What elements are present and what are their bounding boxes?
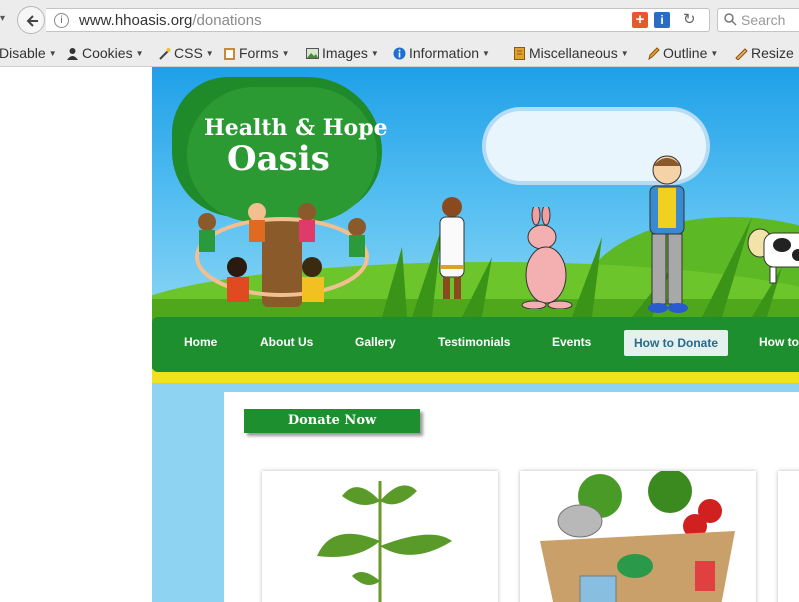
- menu-outline[interactable]: Outline ▼: [647, 40, 718, 66]
- nav-how-to[interactable]: How to: [759, 335, 799, 349]
- notebook-icon: [514, 47, 525, 60]
- url-path: /donations: [192, 12, 262, 29]
- info-icon: [393, 47, 406, 60]
- addon-plus-icon[interactable]: +: [632, 12, 648, 28]
- info-icon[interactable]: i: [54, 13, 69, 28]
- image-icon: [306, 48, 319, 59]
- menu-label: Images: [322, 45, 368, 61]
- url-bar[interactable]: i www.hhoasis.org/donations + i ↻: [46, 8, 710, 32]
- nav-testimonials[interactable]: Testimonials: [438, 335, 510, 349]
- back-arrow-icon: [26, 15, 38, 27]
- kangaroo-illustration: [521, 207, 573, 309]
- donation-card-food[interactable]: [520, 471, 756, 602]
- web-developer-toolbar: Disable ▼ Cookies ▼ CSS ▼ Forms ▼ Images ▼ In…: [0, 40, 799, 67]
- url-text[interactable]: www.hhoasis.org/donations: [79, 12, 262, 29]
- menu-label: Forms: [239, 45, 279, 61]
- menu-miscellaneous[interactable]: Miscellaneous ▼: [513, 40, 629, 66]
- menu-disable[interactable]: Disable ▼: [0, 40, 57, 66]
- children-circle-illustration: [195, 203, 369, 302]
- menu-forms[interactable]: Forms ▼: [223, 40, 290, 66]
- donate-now-button[interactable]: Donate Now: [244, 409, 420, 433]
- caret-icon: ▼: [620, 49, 629, 58]
- menu-label: Resize: [751, 45, 794, 61]
- menu-css[interactable]: CSS ▼: [158, 40, 214, 66]
- menu-label: Miscellaneous: [529, 45, 618, 61]
- caret-icon: ▼: [482, 49, 490, 58]
- menu-label: CSS: [174, 45, 203, 61]
- page-viewport: Health & Hope Oasis Home About Us Galler…: [0, 67, 799, 602]
- url-host: www.hhoasis.org: [79, 12, 193, 29]
- search-icon: [724, 13, 737, 26]
- grocery-bag-image: [540, 471, 735, 602]
- nav-events[interactable]: Events: [552, 335, 591, 349]
- ruler-icon: [735, 48, 748, 60]
- boy-illustration: [648, 155, 688, 313]
- search-placeholder: Search: [741, 12, 786, 28]
- logo-title[interactable]: Health & Hope: [204, 115, 388, 141]
- nav-how-to-donate[interactable]: How to Donate: [624, 330, 728, 356]
- menu-label: Cookies: [82, 45, 133, 61]
- dropdown-arrow-icon[interactable]: ▾: [0, 13, 5, 24]
- address-bar-row: ▾ i www.hhoasis.org/donations + i ↻ Sear…: [0, 0, 799, 41]
- wand-icon: [159, 48, 171, 60]
- plant-image: [317, 481, 452, 602]
- search-input[interactable]: Search: [717, 8, 799, 32]
- pencil-icon: [648, 47, 660, 60]
- caret-icon: ▼: [370, 49, 379, 58]
- caret-icon: ▼: [205, 49, 214, 58]
- menu-cookies[interactable]: Cookies ▼: [66, 40, 144, 66]
- man-illustration: [439, 197, 465, 299]
- donation-card-plant[interactable]: [262, 471, 498, 602]
- clipboard-icon: [224, 48, 235, 60]
- back-button[interactable]: [17, 6, 45, 34]
- caret-icon: ▼: [710, 49, 719, 58]
- cookie-person-icon: [67, 48, 78, 60]
- menu-label: Outline: [663, 45, 708, 61]
- content-panel: Donate Now: [224, 392, 799, 602]
- nav-home[interactable]: Home: [184, 335, 217, 349]
- nav-about-us[interactable]: About Us: [260, 335, 313, 349]
- main-nav: Home About Us Gallery Testimonials Event…: [152, 317, 799, 372]
- menu-resize[interactable]: Resize: [735, 40, 794, 66]
- nav-gallery[interactable]: Gallery: [355, 335, 396, 349]
- caret-icon: ▼: [135, 49, 144, 58]
- reload-icon[interactable]: ↻: [683, 10, 696, 28]
- site-banner: Health & Hope Oasis Home About Us Galler…: [152, 67, 799, 602]
- menu-label: Disable: [0, 45, 46, 61]
- caret-icon: ▼: [48, 49, 57, 58]
- logo-subtitle[interactable]: Oasis: [227, 139, 330, 179]
- cow-illustration: [747, 228, 799, 284]
- menu-information[interactable]: Information ▼: [393, 40, 490, 66]
- menu-label: Information: [409, 45, 480, 61]
- caret-icon: ▼: [281, 49, 290, 58]
- donation-card-partial[interactable]: [778, 471, 799, 602]
- menu-images[interactable]: Images ▼: [306, 40, 379, 66]
- addon-info-icon[interactable]: i: [654, 12, 670, 28]
